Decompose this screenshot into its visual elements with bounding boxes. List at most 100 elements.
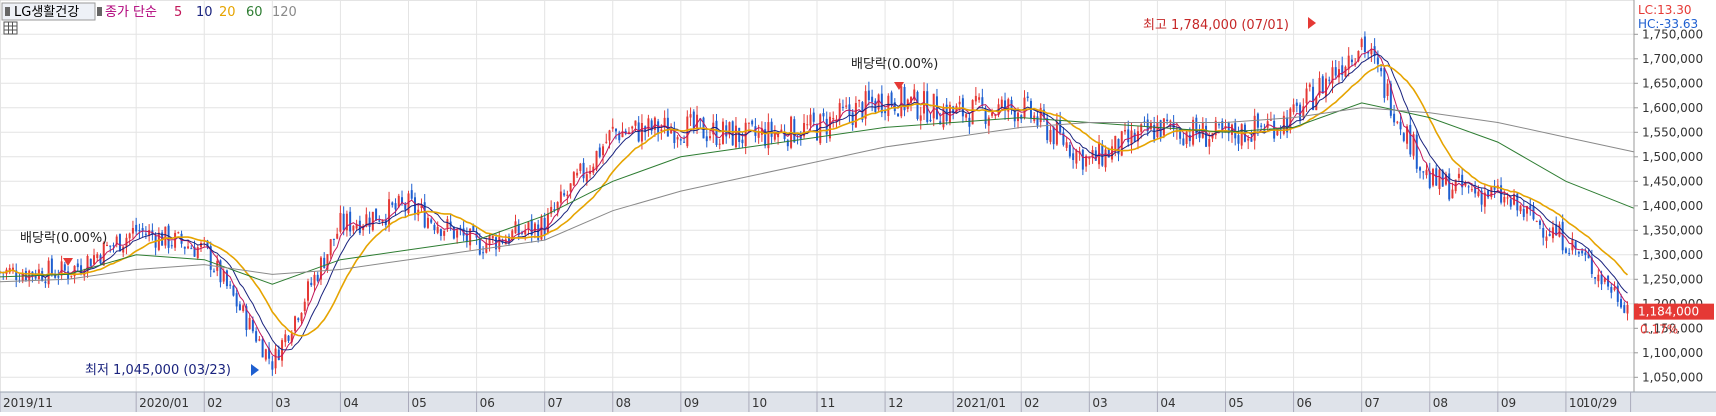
candle-body <box>144 233 147 235</box>
candle-body <box>1467 186 1470 188</box>
candle-body <box>472 225 475 231</box>
candle-body <box>446 219 449 228</box>
candle-body <box>488 235 491 246</box>
candle-body <box>1075 150 1078 164</box>
candle-body <box>277 349 280 360</box>
candle-body <box>1451 189 1454 199</box>
candle-body <box>841 106 844 108</box>
candle-body <box>806 124 809 126</box>
candle-body <box>770 121 773 137</box>
candle-body <box>676 137 679 140</box>
candle-body <box>391 202 394 205</box>
candle-body <box>608 130 611 141</box>
candle-body <box>1156 122 1159 138</box>
candle-body <box>358 220 361 234</box>
ma-period-60: 60 <box>246 5 263 20</box>
candle-body <box>1133 132 1136 142</box>
x-tick-label: 07 <box>548 396 563 410</box>
candle-body <box>1548 233 1551 236</box>
candle-body <box>332 238 335 240</box>
candle-body <box>734 125 737 148</box>
lc-value: LC:13.30 <box>1638 3 1691 17</box>
candle-body <box>1594 277 1597 279</box>
candle-body <box>1123 130 1126 132</box>
low-annotation: 최저 1,045,000 (03/23) <box>85 363 231 378</box>
candle-body <box>70 275 73 277</box>
candle-body <box>504 239 507 245</box>
x-tick-label: 02 <box>1024 396 1039 410</box>
candle-body <box>229 284 232 286</box>
candle-body <box>1072 153 1075 161</box>
candle-body <box>809 114 812 126</box>
candle-body <box>605 141 608 143</box>
y-tick-label: 1,050,000 <box>1642 370 1703 384</box>
candle-body <box>579 163 582 171</box>
candle-body <box>1613 287 1616 290</box>
candle-body <box>890 92 893 106</box>
candle-body <box>965 114 968 118</box>
candle-body <box>1577 251 1580 254</box>
candle-body <box>300 312 303 322</box>
x-tick-label: 06 <box>480 396 495 410</box>
candle-body <box>238 304 241 311</box>
candle-body <box>1088 157 1091 159</box>
candle-body <box>958 101 961 105</box>
candle-body <box>281 340 284 361</box>
candle-body <box>715 120 718 145</box>
candle-body <box>1292 104 1295 113</box>
candle-body <box>614 128 617 132</box>
y-tick-label: 1,750,000 <box>1642 27 1703 41</box>
y-tick-label: 1,600,000 <box>1642 101 1703 115</box>
candle-body <box>686 116 689 147</box>
grid-toggle-icon[interactable] <box>3 21 18 35</box>
high-annotation: 최고 1,784,000 (07/01) <box>1143 18 1289 33</box>
candle-body <box>1208 138 1211 147</box>
candle-body <box>987 117 990 126</box>
x-tick-label: 06 <box>1297 396 1312 410</box>
candle-body <box>1363 36 1366 53</box>
x-tick-label: 03 <box>275 396 290 410</box>
candle-body <box>1250 138 1253 142</box>
candle-body <box>1626 304 1629 314</box>
candle-body <box>47 260 50 285</box>
candle-body <box>118 234 121 252</box>
candle-body <box>683 141 686 143</box>
candle-body <box>170 245 173 247</box>
candle-body <box>67 271 70 280</box>
x-tick-label: 11 <box>820 396 835 410</box>
candle-body <box>190 248 193 250</box>
candle-body <box>900 86 903 117</box>
candle-body <box>974 95 977 102</box>
candle-body <box>631 126 634 129</box>
candle-body <box>1205 125 1208 147</box>
candle-body <box>845 105 848 107</box>
candle-body <box>1490 186 1493 198</box>
candle-body <box>491 235 494 239</box>
candle-body <box>1519 205 1522 212</box>
candle-body <box>981 97 984 106</box>
candle-body <box>1218 124 1221 126</box>
candle-body <box>225 270 228 287</box>
candle-body <box>546 213 549 234</box>
x-tick-label: 05 <box>1229 396 1244 410</box>
candle-body <box>773 133 776 140</box>
candle-body <box>1337 69 1340 78</box>
candle-body <box>741 139 744 144</box>
candlestick-chart: LG생활건강 종가 단순 5 10 20 60 120 최고 1,784,000… <box>0 0 1716 412</box>
candle-body <box>498 237 501 250</box>
candle-body <box>1023 97 1026 118</box>
candle-body <box>1620 299 1623 308</box>
candle-body <box>148 230 151 236</box>
y-tick-label: 1,400,000 <box>1642 199 1703 213</box>
candle-body <box>323 257 326 269</box>
candle-body <box>1470 189 1473 191</box>
x-tick-label: 04 <box>1160 396 1175 410</box>
candle-body <box>44 281 47 284</box>
candle-body <box>978 97 981 100</box>
candle-body <box>705 136 708 142</box>
x-tick-label: 10/29 <box>1583 396 1618 410</box>
candle-body <box>1360 39 1363 48</box>
ma-period-5: 5 <box>174 5 182 20</box>
candle-body <box>1564 248 1567 253</box>
candle-body <box>212 270 215 272</box>
